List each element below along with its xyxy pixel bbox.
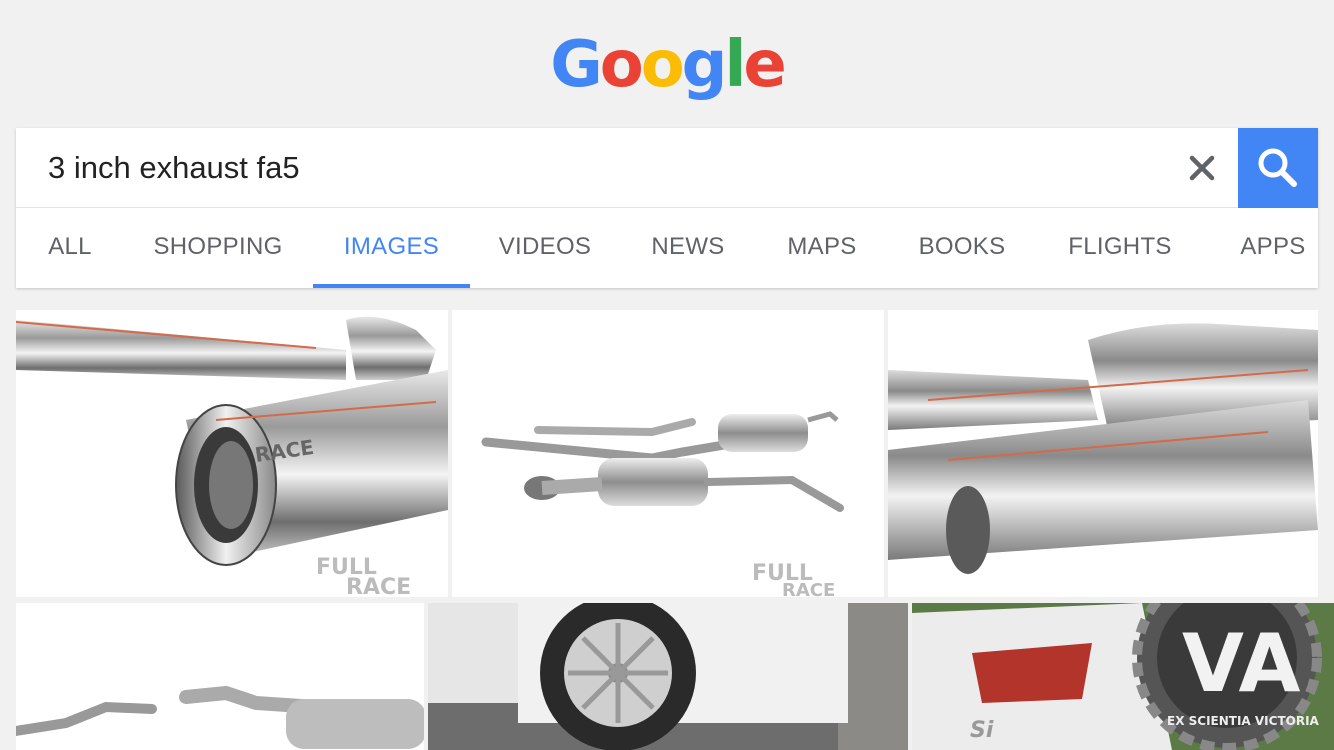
- search-tabs: ALL SHOPPING IMAGES VIDEOS NEWS MAPS BOO…: [16, 208, 1318, 288]
- search-button[interactable]: [1238, 128, 1318, 208]
- tab-shopping[interactable]: SHOPPING: [144, 208, 292, 288]
- tab-apps[interactable]: APPS: [1228, 208, 1318, 288]
- google-logo: Google: [0, 30, 1334, 100]
- tab-flights[interactable]: FLIGHTS: [1060, 208, 1180, 288]
- tab-books[interactable]: BOOKS: [914, 208, 1010, 288]
- si-badge: Si: [970, 718, 994, 743]
- tab-maps[interactable]: MAPS: [782, 208, 862, 288]
- search-input[interactable]: 3 inch exhaust fa5: [48, 128, 300, 208]
- va-logo-motto: EX SCIENTIA VICTORIA: [1167, 714, 1320, 728]
- watermark-race: RACE: [346, 575, 411, 597]
- car-wheel-image: [428, 603, 908, 750]
- image-result[interactable]: FULL RACE: [452, 310, 884, 597]
- watermark-race: RACE: [782, 580, 835, 597]
- active-tab-indicator: [313, 284, 470, 288]
- civic-si-rear-image: Si VA EX SCIENTIA VICTORIA: [912, 603, 1334, 750]
- image-result[interactable]: [16, 603, 424, 750]
- image-result[interactable]: Si VA EX SCIENTIA VICTORIA: [912, 603, 1334, 750]
- clear-button[interactable]: [1180, 146, 1224, 190]
- logo-letter-e: e: [743, 28, 786, 102]
- va-gear-logo: VA EX SCIENTIA VICTORIA: [1132, 603, 1322, 750]
- tab-all[interactable]: ALL: [32, 208, 108, 288]
- image-result[interactable]: [888, 310, 1318, 597]
- search-row: 3 inch exhaust fa5: [16, 128, 1318, 208]
- logo-letter-l: l: [724, 28, 746, 102]
- tab-news[interactable]: NEWS: [646, 208, 730, 288]
- image-result[interactable]: RACE FULL RACE: [16, 310, 448, 597]
- search-icon: [1258, 148, 1297, 187]
- exhaust-tip-closeup-image: RACE FULL RACE: [16, 316, 448, 597]
- muffler-closeup-image: [888, 323, 1318, 574]
- va-logo-letters: VA: [1182, 617, 1300, 710]
- logo-letter-o2: o: [640, 28, 685, 102]
- logo-letter-o1: o: [599, 28, 644, 102]
- logo-letter-g: G: [550, 28, 603, 102]
- close-icon: [1189, 155, 1215, 181]
- tab-images[interactable]: IMAGES: [313, 208, 470, 288]
- catback-system-image: FULL RACE: [481, 411, 844, 597]
- exhaust-piping-image: [16, 685, 424, 749]
- tab-videos[interactable]: VIDEOS: [492, 208, 598, 288]
- image-result[interactable]: [428, 603, 908, 750]
- logo-letter-g2: g: [681, 28, 728, 102]
- search-card: 3 inch exhaust fa5 ALL SHOPPING IMAGES V…: [16, 128, 1318, 288]
